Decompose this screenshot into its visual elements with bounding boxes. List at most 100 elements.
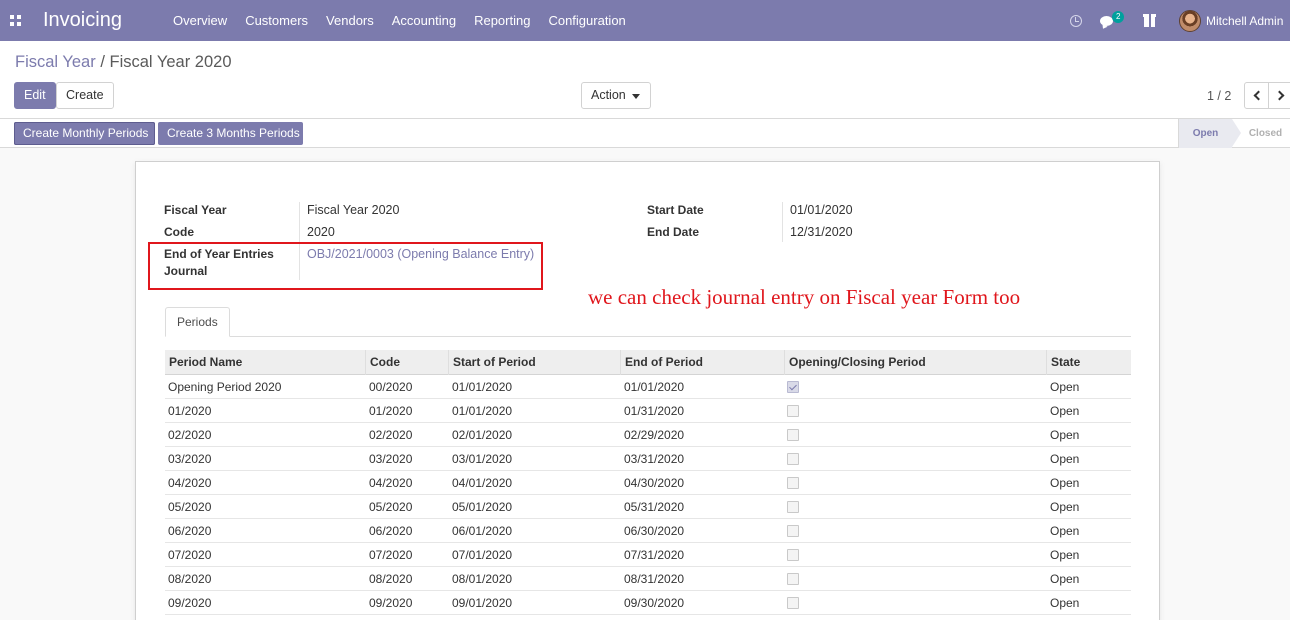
table-row[interactable]: 09/2020 09/2020 09/01/2020 09/30/2020 Open (165, 591, 1131, 615)
menu-item-configuration[interactable]: Configuration (539, 0, 634, 41)
pager-value[interactable]: 1 / 2 (1207, 89, 1231, 103)
cell-state: Open (1050, 452, 1080, 466)
cell-period-name: 05/2020 (168, 500, 212, 514)
cell-code: 03/2020 (369, 452, 413, 466)
action-label: Action (591, 88, 626, 102)
table-row[interactable]: 05/2020 05/2020 05/01/2020 05/31/2020 Open (165, 495, 1131, 519)
cell-state: Open (1050, 548, 1080, 562)
stage-closed[interactable]: Closed (1241, 119, 1290, 148)
cell-period-name: 06/2020 (168, 524, 212, 538)
cell-code: 04/2020 (369, 476, 413, 490)
breadcrumb-current: Fiscal Year 2020 (109, 53, 232, 71)
opening-closing-checkbox[interactable] (787, 453, 799, 465)
table-row[interactable]: 01/2020 01/2020 01/01/2020 01/31/2020 Open (165, 399, 1131, 423)
table-row[interactable]: 07/2020 07/2020 07/01/2020 07/31/2020 Open (165, 543, 1131, 567)
cell-period-name: 07/2020 (168, 548, 212, 562)
opening-closing-checkbox[interactable] (787, 573, 799, 585)
cell-end-of-period: 05/31/2020 (624, 500, 685, 514)
pager-previous-button[interactable] (1244, 82, 1269, 109)
cell-code: 08/2020 (369, 572, 413, 586)
activity-clock-icon[interactable] (1070, 0, 1082, 41)
edit-button[interactable]: Edit (14, 82, 56, 109)
cell-code: 05/2020 (369, 500, 413, 514)
opening-closing-checkbox[interactable] (787, 381, 799, 393)
cell-state: Open (1050, 500, 1080, 514)
action-dropdown[interactable]: Action (581, 82, 651, 109)
highlight-box (148, 242, 543, 290)
table-row[interactable]: 04/2020 04/2020 04/01/2020 04/30/2020 Open (165, 471, 1131, 495)
cell-state: Open (1050, 572, 1080, 586)
opening-closing-checkbox[interactable] (787, 405, 799, 417)
cell-start-of-period: 01/01/2020 (452, 404, 513, 418)
pager-next-button[interactable] (1268, 82, 1290, 109)
table-row[interactable]: 08/2020 08/2020 08/01/2020 08/31/2020 Open (165, 567, 1131, 591)
cell-period-name: 03/2020 (168, 452, 212, 466)
cell-end-of-period: 08/31/2020 (624, 572, 685, 586)
cell-end-of-period: 07/31/2020 (624, 548, 685, 562)
cell-end-of-period: 09/30/2020 (624, 596, 685, 610)
user-menu[interactable]: Mitchell Admin (1179, 0, 1283, 41)
cell-end-of-period: 01/01/2020 (624, 380, 685, 394)
field-separator (782, 202, 783, 242)
chevron-left-icon (1253, 90, 1263, 101)
column-end-of-period[interactable]: End of Period (621, 350, 785, 375)
cell-state: Open (1050, 524, 1080, 538)
column-opening-closing-period[interactable]: Opening/Closing Period (785, 350, 1047, 375)
create-monthly-periods-button[interactable]: Create Monthly Periods (14, 122, 155, 145)
table-row[interactable]: 03/2020 03/2020 03/01/2020 03/31/2020 Open (165, 447, 1131, 471)
opening-closing-checkbox[interactable] (787, 429, 799, 441)
cell-start-of-period: 05/01/2020 (452, 500, 513, 514)
cell-period-name: 01/2020 (168, 404, 212, 418)
code-label: Code (164, 225, 194, 239)
cell-state: Open (1050, 428, 1080, 442)
cell-code: 00/2020 (369, 380, 413, 394)
breadcrumb-separator: / (100, 53, 105, 71)
cell-period-name: Opening Period 2020 (168, 380, 282, 394)
menu-item-reporting[interactable]: Reporting (465, 0, 539, 41)
column-code[interactable]: Code (366, 350, 449, 375)
notebook-tabs: Periods (165, 307, 1131, 337)
create-3-months-periods-button[interactable]: Create 3 Months Periods (158, 122, 303, 145)
table-row[interactable]: 06/2020 06/2020 06/01/2020 06/30/2020 Open (165, 519, 1131, 543)
cell-code: 06/2020 (369, 524, 413, 538)
opening-closing-checkbox[interactable] (787, 477, 799, 489)
opening-closing-checkbox[interactable] (787, 549, 799, 561)
cell-start-of-period: 09/01/2020 (452, 596, 513, 610)
menu-item-overview[interactable]: Overview (164, 0, 236, 41)
fiscal-year-value: Fiscal Year 2020 (307, 203, 400, 217)
cell-period-name: 02/2020 (168, 428, 212, 442)
caret-down-icon (631, 94, 640, 99)
cell-end-of-period: 06/30/2020 (624, 524, 685, 538)
cell-state: Open (1050, 596, 1080, 610)
breadcrumb: Fiscal Year / Fiscal Year 2020 (15, 53, 232, 72)
opening-closing-checkbox[interactable] (787, 597, 799, 609)
table-row[interactable]: 02/2020 02/2020 02/01/2020 02/29/2020 Open (165, 423, 1131, 447)
menu-item-vendors[interactable]: Vendors (317, 0, 383, 41)
form-statusbar: Create Monthly Periods Create 3 Months P… (0, 119, 1290, 148)
opening-closing-checkbox[interactable] (787, 525, 799, 537)
cell-start-of-period: 06/01/2020 (452, 524, 513, 538)
table-row[interactable]: Opening Period 2020 00/2020 01/01/2020 01/0… (165, 375, 1131, 399)
opening-closing-checkbox[interactable] (787, 501, 799, 513)
messages-chat-icon[interactable]: 2 (1100, 0, 1125, 41)
tab-periods[interactable]: Periods (165, 307, 230, 337)
messages-badge: 2 (1112, 11, 1125, 23)
stage-open[interactable]: Open (1178, 119, 1241, 148)
create-button[interactable]: Create (56, 82, 114, 109)
form-sheet: Fiscal Year Fiscal Year 2020 Code 2020 E… (135, 161, 1160, 620)
column-start-of-period[interactable]: Start of Period (449, 350, 621, 375)
cell-period-name: 04/2020 (168, 476, 212, 490)
top-navbar: Invoicing Overview Customers Vendors Acc… (0, 0, 1290, 41)
column-period-name[interactable]: Period Name (165, 350, 366, 375)
cell-start-of-period: 07/01/2020 (452, 548, 513, 562)
gift-icon[interactable] (1143, 0, 1156, 41)
end-date-value: 12/31/2020 (790, 225, 853, 239)
cell-period-name: 08/2020 (168, 572, 212, 586)
cell-code: 02/2020 (369, 428, 413, 442)
app-brand[interactable]: Invoicing (43, 9, 122, 32)
column-state[interactable]: State (1047, 350, 1131, 375)
apps-icon[interactable] (10, 15, 21, 26)
menu-item-accounting[interactable]: Accounting (383, 0, 465, 41)
breadcrumb-parent[interactable]: Fiscal Year (15, 53, 96, 71)
menu-item-customers[interactable]: Customers (236, 0, 317, 41)
